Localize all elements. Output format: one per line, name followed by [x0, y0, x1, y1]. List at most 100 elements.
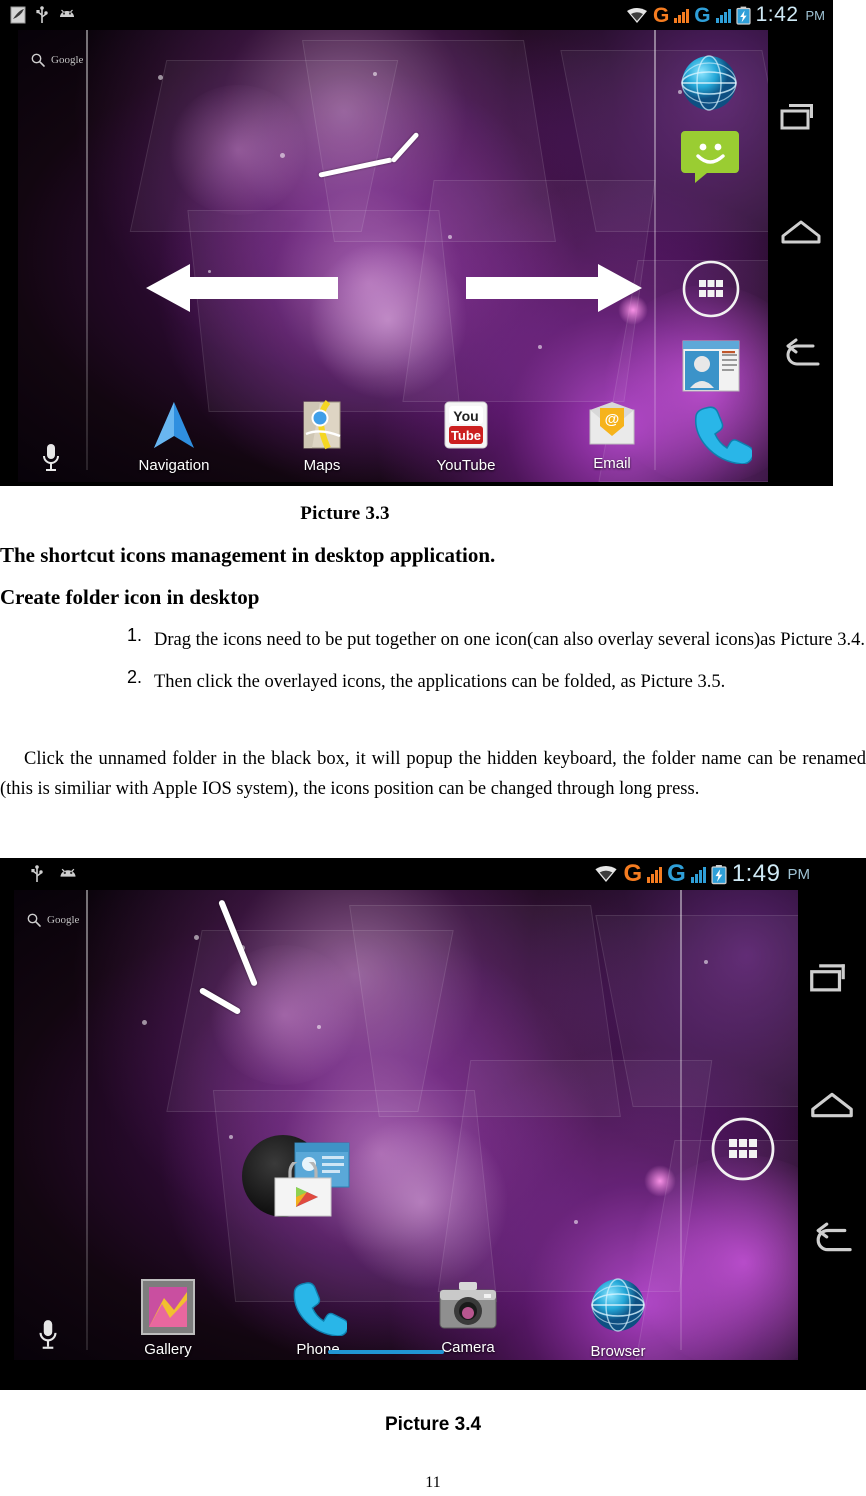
back-button[interactable] — [780, 338, 822, 375]
sim2-network-label: G — [667, 860, 686, 887]
maps-icon — [303, 400, 341, 450]
dock-app-maps[interactable]: Maps — [266, 400, 378, 474]
list-item: 1. Drag the icons need to be put togethe… — [120, 625, 866, 655]
wallpaper-dot — [448, 235, 452, 239]
microphone-icon[interactable] — [40, 442, 62, 474]
home-button[interactable] — [809, 1089, 855, 1126]
picture-3-3-caption: Picture 3.3 — [300, 503, 390, 524]
wifi-icon — [595, 866, 618, 882]
statusbar-left-icons-2 — [0, 865, 78, 883]
recent-apps-button[interactable] — [809, 960, 855, 997]
dock-app-label: Maps — [303, 457, 341, 474]
sim1-network-label: G — [623, 860, 643, 887]
google-search-widget[interactable]: Google — [26, 912, 79, 928]
dock-app-camera[interactable]: Camera — [412, 1278, 524, 1356]
statusbar-1: G G 1:42 PM — [0, 0, 833, 30]
navigation-arrow-icon — [154, 402, 194, 448]
dock-app-gallery[interactable]: Gallery — [112, 1278, 224, 1358]
phone-icon[interactable] — [690, 402, 752, 464]
dock-app-phone[interactable]: Phone — [262, 1278, 374, 1358]
wallpaper-dot — [373, 72, 377, 76]
google-search-widget[interactable]: Google — [30, 52, 83, 68]
dock-app-youtube[interactable]: You Tube YouTube — [410, 400, 522, 474]
section-heading-create-folder: Create folder icon in desktop — [0, 585, 260, 609]
home-icon — [781, 220, 820, 244]
section-heading-shortcut-management: The shortcut icons management in desktop… — [0, 543, 496, 567]
picture-3-4-caption: Picture 3.4 — [384, 1414, 482, 1435]
recent-apps-icon — [810, 964, 845, 992]
wallpaper-dot — [538, 345, 542, 349]
camera-icon — [439, 1282, 497, 1329]
dock-app-browser[interactable]: Browser — [562, 1276, 674, 1360]
wallpaper-hairline — [86, 30, 88, 470]
contacts-icon[interactable] — [682, 340, 740, 392]
wifi-icon — [626, 7, 647, 23]
statusbar-time: 1:42 — [755, 3, 799, 26]
browser-globe-icon — [591, 1278, 645, 1332]
statusbar-right-icons-2: G G 1:49 PM — [594, 860, 866, 888]
android-debug-icon — [60, 868, 76, 877]
gallery-icon — [141, 1279, 195, 1335]
statusbar-ampm: PM — [805, 7, 826, 23]
dock-app-label: Navigation — [138, 457, 210, 474]
search-icon — [27, 913, 41, 927]
back-button[interactable] — [809, 1222, 855, 1261]
wallpaper-dot — [574, 1220, 578, 1224]
dock-app-navigation[interactable]: Navigation — [118, 400, 230, 474]
wallpaper-hairline — [86, 890, 88, 1350]
sim1-signal-bars — [674, 8, 690, 23]
wallpaper-dot — [158, 75, 163, 80]
sim1-signal-bars — [647, 866, 663, 883]
statusbar-2: G G 1:49 PM — [0, 858, 866, 890]
android-screenshot-2: Google Gallery Phone Camera Browser G G … — [0, 858, 866, 1390]
page-number: 11 — [425, 1474, 441, 1491]
statusbar-time: 1:49 — [731, 860, 781, 887]
wallpaper-dot — [194, 935, 199, 940]
home-button[interactable] — [780, 217, 822, 252]
back-icon — [816, 1222, 852, 1252]
app-drawer-icon[interactable] — [708, 1114, 778, 1184]
android-debug-icon — [60, 9, 74, 17]
dock-app-label: YouTube — [436, 457, 496, 474]
back-icon — [786, 338, 819, 366]
app-drawer-icon[interactable] — [680, 258, 742, 320]
svg-text:Tube: Tube — [451, 428, 481, 443]
wallpaper-dot — [280, 153, 285, 158]
usb-icon — [31, 865, 43, 882]
sim2-signal-bars — [690, 866, 706, 883]
android-screenshot-1: Google Navigation Maps You Tube YouTube … — [0, 0, 833, 486]
search-icon — [31, 53, 45, 67]
home-icon — [811, 1092, 853, 1118]
right-arrow-annotation — [466, 264, 642, 312]
sim1-network-label: G — [652, 3, 670, 27]
sim2-signal-bars — [715, 8, 731, 23]
wallpaper-dot — [317, 1025, 321, 1029]
dock-app-label: Browser — [590, 1343, 646, 1360]
wallpaper-glow — [334, 1115, 509, 1290]
play-store-icon[interactable] — [272, 1162, 334, 1218]
recent-apps-button[interactable] — [780, 100, 822, 135]
messaging-icon[interactable] — [681, 125, 739, 183]
list-item: 2. Then click the overlayed icons, the a… — [120, 667, 866, 697]
battery-charging-icon — [736, 6, 751, 25]
browser-globe-icon[interactable] — [678, 52, 740, 114]
screenshot-icon — [10, 6, 26, 24]
microphone-icon[interactable] — [36, 1318, 60, 1352]
steps-list: 1. Drag the icons need to be put togethe… — [120, 625, 866, 703]
dock-app-email[interactable]: @ Email — [556, 400, 668, 472]
wallpaper-dot — [142, 1020, 147, 1025]
svg-text:You: You — [453, 408, 478, 424]
wallpaper-hairline — [680, 890, 682, 1350]
svg-text:@: @ — [605, 411, 620, 428]
list-item-text: Drag the icons need to be put together o… — [154, 630, 865, 650]
left-arrow-annotation — [146, 264, 338, 312]
navbar-1 — [768, 30, 833, 486]
dock-app-label: Email — [593, 455, 631, 472]
phone-icon — [293, 1282, 349, 1337]
statusbar-right-icons-1: G G 1:42 PM — [626, 3, 833, 27]
sim2-network-label: G — [694, 3, 711, 27]
folder-rename-paragraph: Click the unnamed folder in the black bo… — [0, 749, 866, 799]
google-search-label: Google — [51, 54, 84, 66]
wallpaper-dot — [704, 960, 708, 964]
home-screen-page-indicator — [328, 1350, 444, 1354]
